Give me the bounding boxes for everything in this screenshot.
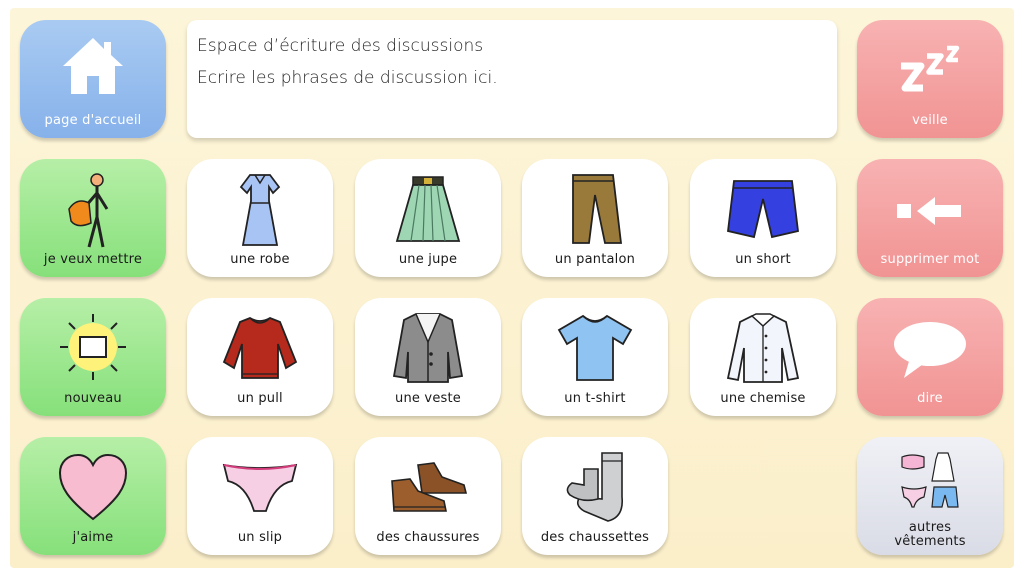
- sleep-label: veille: [912, 113, 948, 128]
- board: page d'accueil Espace d’écriture des dis…: [10, 8, 1014, 568]
- want-wear-label: je veux mettre: [43, 252, 143, 267]
- heart-icon: [58, 453, 128, 521]
- jacket-label: une veste: [395, 391, 461, 406]
- shirt-button[interactable]: une chemise: [690, 298, 836, 416]
- tshirt-label: un t-shirt: [564, 391, 626, 406]
- jacket-icon: [392, 313, 464, 383]
- like-label: j'aime: [72, 530, 114, 545]
- socks-button[interactable]: des chaussettes: [522, 437, 668, 555]
- shorts-button[interactable]: un short: [690, 159, 836, 277]
- message-area[interactable]: Espace d’écriture des discussions Ecrire…: [187, 20, 837, 138]
- skirt-button[interactable]: une jupe: [355, 159, 501, 277]
- trousers-label: un pantalon: [554, 252, 636, 267]
- shorts-icon: [727, 180, 799, 239]
- shirt-label: une chemise: [720, 391, 806, 406]
- shoes-label: des chaussures: [376, 530, 480, 545]
- trousers-icon: [572, 174, 623, 244]
- person-dressing-icon: [68, 173, 109, 248]
- tshirt-icon: [557, 314, 633, 381]
- shoes-icon: [391, 462, 468, 512]
- dress-icon: [239, 174, 281, 246]
- zzz-icon: [901, 45, 960, 92]
- sleep-button[interactable]: veille: [857, 20, 1003, 138]
- socks-icon: [566, 452, 624, 522]
- skirt-label: une jupe: [398, 252, 458, 267]
- skirt-icon: [395, 176, 461, 242]
- backspace-arrow-icon: [897, 197, 961, 225]
- socks-label: des chaussettes: [540, 530, 650, 545]
- sweater-button[interactable]: un pull: [187, 298, 333, 416]
- home-icon: [63, 38, 123, 94]
- delete-word-button[interactable]: supprimer mot: [857, 159, 1003, 277]
- underpants-button[interactable]: un slip: [187, 437, 333, 555]
- new-button[interactable]: nouveau: [20, 298, 166, 416]
- underpants-icon: [222, 463, 298, 512]
- sweater-icon: [222, 316, 298, 379]
- tshirt-button[interactable]: un t-shirt: [522, 298, 668, 416]
- message-title: Espace d’écriture des discussions: [197, 36, 484, 56]
- other-clothes-icon: [901, 452, 959, 508]
- other-clothes-label-line2: vêtements: [894, 534, 966, 549]
- trousers-button[interactable]: un pantalon: [522, 159, 668, 277]
- other-clothes-button[interactable]: autres vêtements: [857, 437, 1003, 555]
- shirt-icon: [726, 313, 800, 383]
- home-button[interactable]: page d'accueil: [20, 20, 166, 138]
- speech-bubble-icon: [894, 322, 966, 378]
- other-clothes-label-line1: autres: [908, 520, 952, 535]
- sweater-label: un pull: [237, 391, 283, 406]
- dress-label: une robe: [230, 252, 290, 267]
- new-label: nouveau: [64, 391, 122, 406]
- say-button[interactable]: dire: [857, 298, 1003, 416]
- message-text: Ecrire les phrases de discussion ici.: [197, 68, 498, 88]
- say-label: dire: [917, 391, 943, 406]
- want-wear-button[interactable]: je veux mettre: [20, 159, 166, 277]
- underpants-label: un slip: [237, 530, 283, 545]
- jacket-button[interactable]: une veste: [355, 298, 501, 416]
- shoes-button[interactable]: des chaussures: [355, 437, 501, 555]
- delete-word-label: supprimer mot: [880, 252, 980, 267]
- sun-new-icon: [60, 314, 126, 380]
- shorts-label: un short: [735, 252, 791, 267]
- home-label: page d'accueil: [44, 113, 142, 128]
- dress-button[interactable]: une robe: [187, 159, 333, 277]
- like-button[interactable]: j'aime: [20, 437, 166, 555]
